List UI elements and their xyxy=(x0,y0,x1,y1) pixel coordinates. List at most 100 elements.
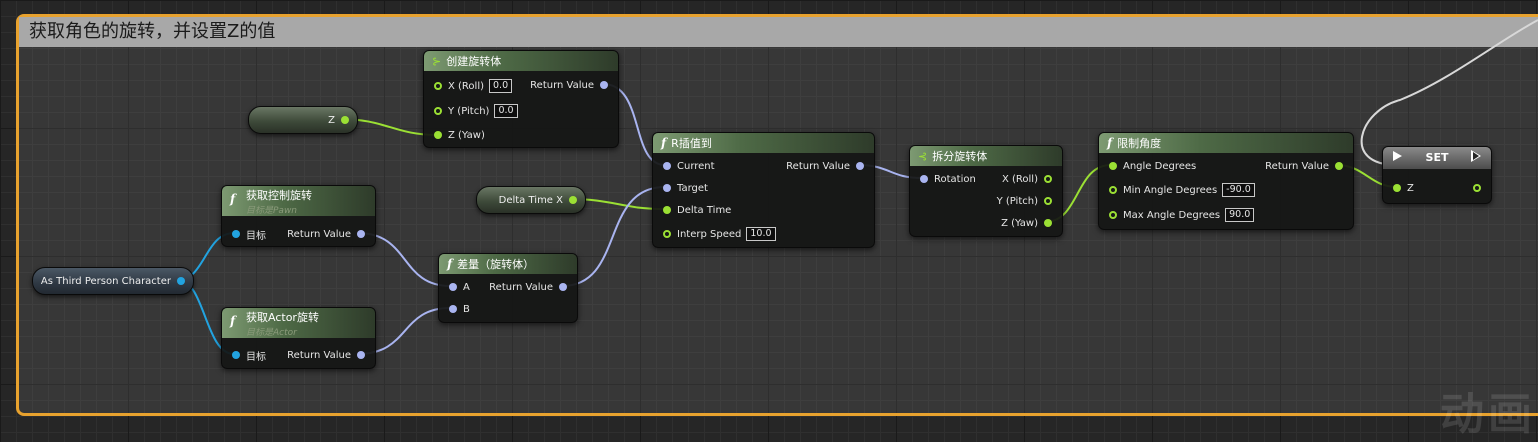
delta-output-pin[interactable] xyxy=(559,283,567,291)
max-angle-label: Max Angle Degrees xyxy=(1123,209,1221,221)
max-angle-input-pin[interactable] xyxy=(1109,211,1117,219)
rinterp-output-pin[interactable] xyxy=(856,162,864,170)
current-input-pin[interactable] xyxy=(663,162,671,170)
delta-time-input-pin[interactable] xyxy=(663,206,671,214)
as-third-person-label: As Third Person Character xyxy=(40,275,171,287)
break-yaw-output-pin[interactable] xyxy=(1044,219,1052,227)
make-rotator-title: 创建旋转体 xyxy=(446,55,502,68)
clamp-angle-title: 限制角度 xyxy=(1117,137,1162,150)
delta-rotator-header[interactable]: f 差量（旋转体） xyxy=(439,254,577,274)
angle-degrees-input-pin[interactable] xyxy=(1109,162,1117,170)
min-angle-label: Min Angle Degrees xyxy=(1123,184,1218,196)
get-actor-rotation-header[interactable]: f 获取Actor旋转 目标是Actor xyxy=(222,308,375,338)
watermark-text: 动画 xyxy=(1440,389,1536,440)
clamp-output-pin[interactable] xyxy=(1335,162,1343,170)
interp-speed-input-pin[interactable] xyxy=(663,230,671,238)
rinterp-return-label: Return Value xyxy=(786,160,850,172)
delta-time-output-pin[interactable] xyxy=(569,196,577,204)
actor-rot-target-label: 目标 xyxy=(246,351,266,363)
break-roll-label: X (Roll) xyxy=(1001,173,1038,185)
delta-rotator-node[interactable]: f 差量（旋转体） A B Return Value xyxy=(438,253,578,323)
roll-value-field[interactable]: 0.0 xyxy=(489,79,513,93)
actor-rot-target-pin[interactable] xyxy=(232,351,240,359)
break-struct-icon: ⊰ xyxy=(918,149,928,163)
get-control-rotation-subtitle: 目标是Pawn xyxy=(246,205,298,216)
yaw-input-pin[interactable] xyxy=(434,131,442,139)
ctrl-rot-output-pin[interactable] xyxy=(357,230,365,238)
delta-time-label: Delta Time xyxy=(677,204,732,216)
make-rotator-node[interactable]: ⊱ 创建旋转体 X (Roll) 0.0 Y (Pitch) 0.0 Z (Ya… xyxy=(423,50,619,148)
rotation-input-pin[interactable] xyxy=(920,175,928,183)
pitch-value-field[interactable]: 0.0 xyxy=(494,104,518,118)
roll-label: X (Roll) xyxy=(448,80,485,92)
break-roll-output-pin[interactable] xyxy=(1044,175,1052,183)
break-rotator-node[interactable]: ⊰ 拆分旋转体 Rotation X (Roll) Y (Pitch) Z (Y… xyxy=(909,145,1063,237)
clamp-angle-node[interactable]: f 限制角度 Angle Degrees Min Angle Degrees -… xyxy=(1098,132,1354,230)
clamp-angle-header[interactable]: f 限制角度 xyxy=(1099,133,1353,153)
get-control-rotation-header[interactable]: f 获取控制旋转 目标是Pawn xyxy=(222,186,375,216)
rinterp-to-title: R插值到 xyxy=(671,137,712,150)
ctrl-rot-return-label: Return Value xyxy=(287,228,351,240)
min-angle-value-field[interactable]: -90.0 xyxy=(1222,183,1255,197)
roll-input-pin[interactable] xyxy=(434,82,442,90)
exec-input-pin[interactable] xyxy=(1393,151,1402,161)
yaw-label: Z (Yaw) xyxy=(448,129,485,141)
function-icon: f xyxy=(230,314,236,328)
rinterp-to-node[interactable]: f R插值到 Current Target Delta Time Interp … xyxy=(652,132,875,248)
get-control-rotation-title: 获取控制旋转 xyxy=(246,188,312,202)
set-z-input-pin[interactable] xyxy=(1393,184,1401,192)
delta-b-pin[interactable] xyxy=(449,305,457,313)
target-input-pin[interactable] xyxy=(663,184,671,192)
as-third-person-output-pin[interactable] xyxy=(177,277,185,285)
get-actor-rotation-subtitle: 目标是Actor xyxy=(246,327,297,338)
z-output-pin[interactable] xyxy=(341,116,349,124)
break-rotator-title: 拆分旋转体 xyxy=(932,150,988,163)
delta-b-label: B xyxy=(463,303,470,315)
break-pitch-output-pin[interactable] xyxy=(1044,197,1052,205)
clamp-return-label: Return Value xyxy=(1265,160,1329,172)
max-angle-value-field[interactable]: 90.0 xyxy=(1225,208,1255,222)
actor-rot-return-label: Return Value xyxy=(287,349,351,361)
function-icon: f xyxy=(230,192,236,206)
current-label: Current xyxy=(677,160,715,172)
break-pitch-label: Y (Pitch) xyxy=(996,195,1038,207)
ctrl-rot-target-label: 目标 xyxy=(246,230,266,242)
pitch-label: Y (Pitch) xyxy=(448,105,490,117)
interp-speed-value-field[interactable]: 10.0 xyxy=(746,227,776,241)
make-rotator-header[interactable]: ⊱ 创建旋转体 xyxy=(424,51,618,71)
set-z-label: Z xyxy=(1407,182,1414,194)
ctrl-rot-target-pin[interactable] xyxy=(232,230,240,238)
as-third-person-variable-node[interactable]: As Third Person Character xyxy=(32,267,194,295)
delta-time-variable-node[interactable]: Delta Time X xyxy=(476,186,586,214)
function-icon: f xyxy=(447,257,453,271)
pitch-input-pin[interactable] xyxy=(434,107,442,115)
rotation-label: Rotation xyxy=(934,173,976,185)
target-label: Target xyxy=(677,182,708,194)
actor-rot-output-pin[interactable] xyxy=(357,351,365,359)
get-actor-rotation-node[interactable]: f 获取Actor旋转 目标是Actor 目标 Return Value xyxy=(221,307,376,369)
delta-a-pin[interactable] xyxy=(449,283,457,291)
comment-title[interactable]: 获取角色的旋转，并设置Z的值 xyxy=(19,17,1538,47)
make-rotator-return-label: Return Value xyxy=(530,79,594,91)
function-icon: f xyxy=(1107,136,1113,150)
interp-speed-label: Interp Speed xyxy=(677,228,742,240)
make-struct-icon: ⊱ xyxy=(432,54,442,68)
break-yaw-label: Z (Yaw) xyxy=(1001,217,1038,229)
delta-rotator-title: 差量（旋转体） xyxy=(457,258,535,271)
rinterp-to-header[interactable]: f R插值到 xyxy=(653,133,874,153)
set-z-node[interactable]: SET Z xyxy=(1382,146,1492,204)
get-control-rotation-node[interactable]: f 获取控制旋转 目标是Pawn 目标 Return Value xyxy=(221,185,376,247)
delta-time-variable-label: Delta Time X xyxy=(498,194,563,206)
z-variable-label: Z xyxy=(328,114,335,126)
make-rotator-output-pin[interactable] xyxy=(600,81,608,89)
set-z-output-pin[interactable] xyxy=(1473,184,1481,192)
function-icon: f xyxy=(661,136,667,150)
get-actor-rotation-title: 获取Actor旋转 xyxy=(246,310,319,324)
angle-degrees-label: Angle Degrees xyxy=(1123,160,1197,172)
delta-a-label: A xyxy=(463,281,470,293)
break-rotator-header[interactable]: ⊰ 拆分旋转体 xyxy=(910,146,1062,166)
z-variable-node[interactable]: Z xyxy=(248,106,358,134)
min-angle-input-pin[interactable] xyxy=(1109,186,1117,194)
exec-output-pin[interactable] xyxy=(1471,150,1481,162)
delta-return-label: Return Value xyxy=(489,281,553,293)
